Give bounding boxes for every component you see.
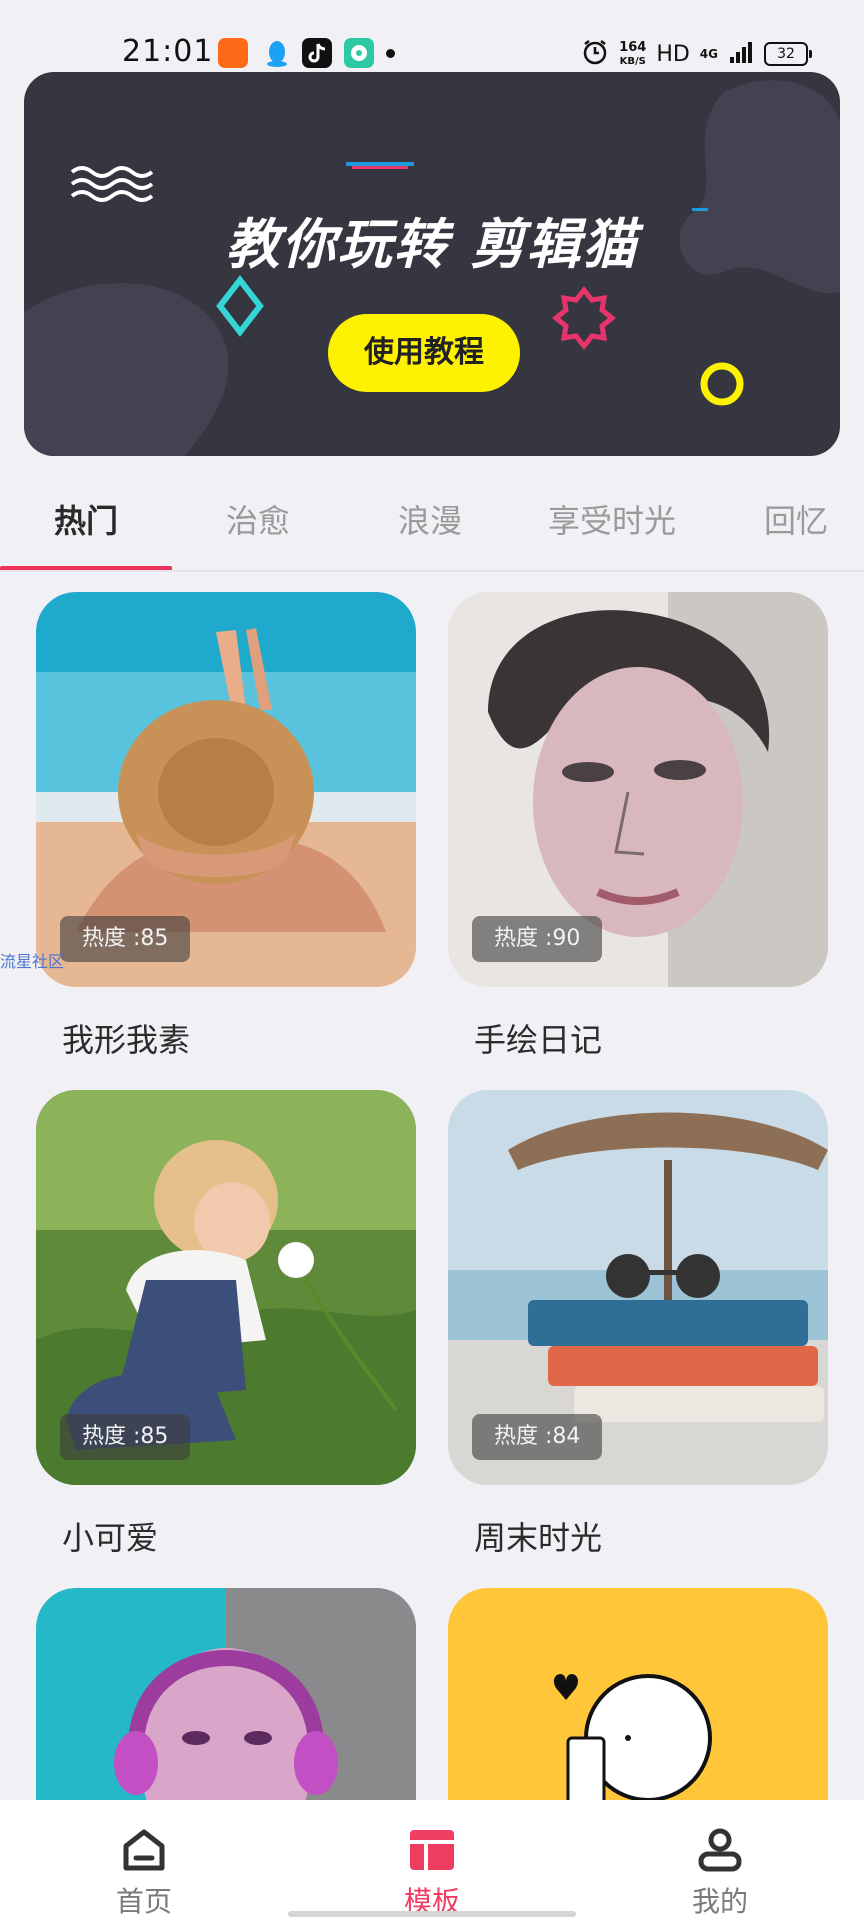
nav-home[interactable]: 首页 [84, 1828, 204, 1920]
alarm-icon [581, 38, 609, 70]
nav-home-label: 首页 [115, 1885, 172, 1918]
template-thumbnail[interactable]: 热度 :84 [448, 1090, 828, 1485]
category-tabs: 热门 治愈 浪漫 享受时光 回忆 [0, 456, 864, 572]
status-bar: 21:01 164 KB/S HD 4G 32 [0, 0, 864, 72]
bottom-navigation: 首页 模板 我的 [0, 1800, 864, 1920]
nav-mine[interactable]: 我的 [660, 1828, 780, 1920]
template-name: 我形我素 [62, 1021, 191, 1059]
template-icon [410, 1830, 454, 1870]
template-card[interactable]: 热度 :85 我形我素 [36, 592, 416, 1061]
tutorial-banner[interactable]: 教你玩转 剪辑猫 使用教程 [24, 72, 840, 456]
template-card[interactable]: 热度 :90 手绘日记 [448, 592, 828, 1061]
qq-icon [262, 38, 292, 68]
tab-romantic[interactable]: 浪漫 [398, 496, 462, 542]
tutorial-button[interactable]: 使用教程 [328, 314, 520, 392]
template-thumbnail[interactable] [36, 1588, 416, 1828]
banner-title: 教你玩转 剪辑猫 [225, 213, 639, 276]
tab-hot[interactable]: 热门 [54, 496, 118, 542]
template-name: 小可爱 [62, 1519, 159, 1557]
status-right: 164 KB/S HD 4G 32 [581, 36, 812, 72]
net-speed: 164 KB/S [619, 41, 646, 68]
template-thumbnail[interactable]: 热度 :85 [36, 592, 416, 987]
template-card[interactable]: 热度 :85 小可爱 [36, 1090, 416, 1559]
nav-templates[interactable]: 模板 [372, 1828, 492, 1920]
template-name: 周末时光 [474, 1519, 603, 1557]
hd-indicator: HD [656, 41, 690, 67]
battery-indicator: 32 [764, 42, 812, 66]
tiktok-icon [302, 38, 332, 68]
tab-enjoy-time[interactable]: 享受时光 [548, 496, 676, 542]
cartoon-character-image [448, 1588, 828, 1828]
home-indicator[interactable] [288, 1911, 576, 1917]
heat-badge: 热度 :85 [60, 1414, 191, 1460]
heat-badge: 热度 :84 [472, 1414, 603, 1460]
heat-badge: 热度 :90 [472, 916, 603, 962]
nav-mine-label: 我的 [691, 1885, 748, 1918]
tab-healing[interactable]: 治愈 [226, 496, 290, 542]
net-speed-value: 164 [619, 39, 647, 55]
network-type: 4G [699, 47, 718, 61]
template-card[interactable] [448, 1588, 828, 1828]
kuaishou-icon [218, 38, 248, 68]
tab-memories[interactable]: 回忆 [764, 496, 828, 542]
user-icon [698, 1828, 742, 1872]
chat-app-icon [344, 38, 374, 68]
tabs-divider [0, 570, 864, 572]
net-speed-unit: KB/S [619, 55, 646, 67]
template-card[interactable] [36, 1588, 416, 1828]
template-name: 手绘日记 [474, 1021, 603, 1059]
template-thumbnail[interactable]: 热度 :85 [36, 1090, 416, 1485]
template-thumbnail[interactable] [448, 1588, 828, 1828]
side-community-tag[interactable]: 流星社区 [0, 948, 64, 972]
heat-badge: 热度 :85 [60, 916, 191, 962]
status-time: 21:01 [122, 34, 214, 69]
headphones-girl-photo [36, 1588, 416, 1828]
template-card[interactable]: 热度 :84 周末时光 [448, 1090, 828, 1559]
template-thumbnail[interactable]: 热度 :90 [448, 592, 828, 987]
signal-icon [728, 39, 754, 69]
home-icon [123, 1829, 165, 1871]
notification-dot [386, 49, 395, 58]
